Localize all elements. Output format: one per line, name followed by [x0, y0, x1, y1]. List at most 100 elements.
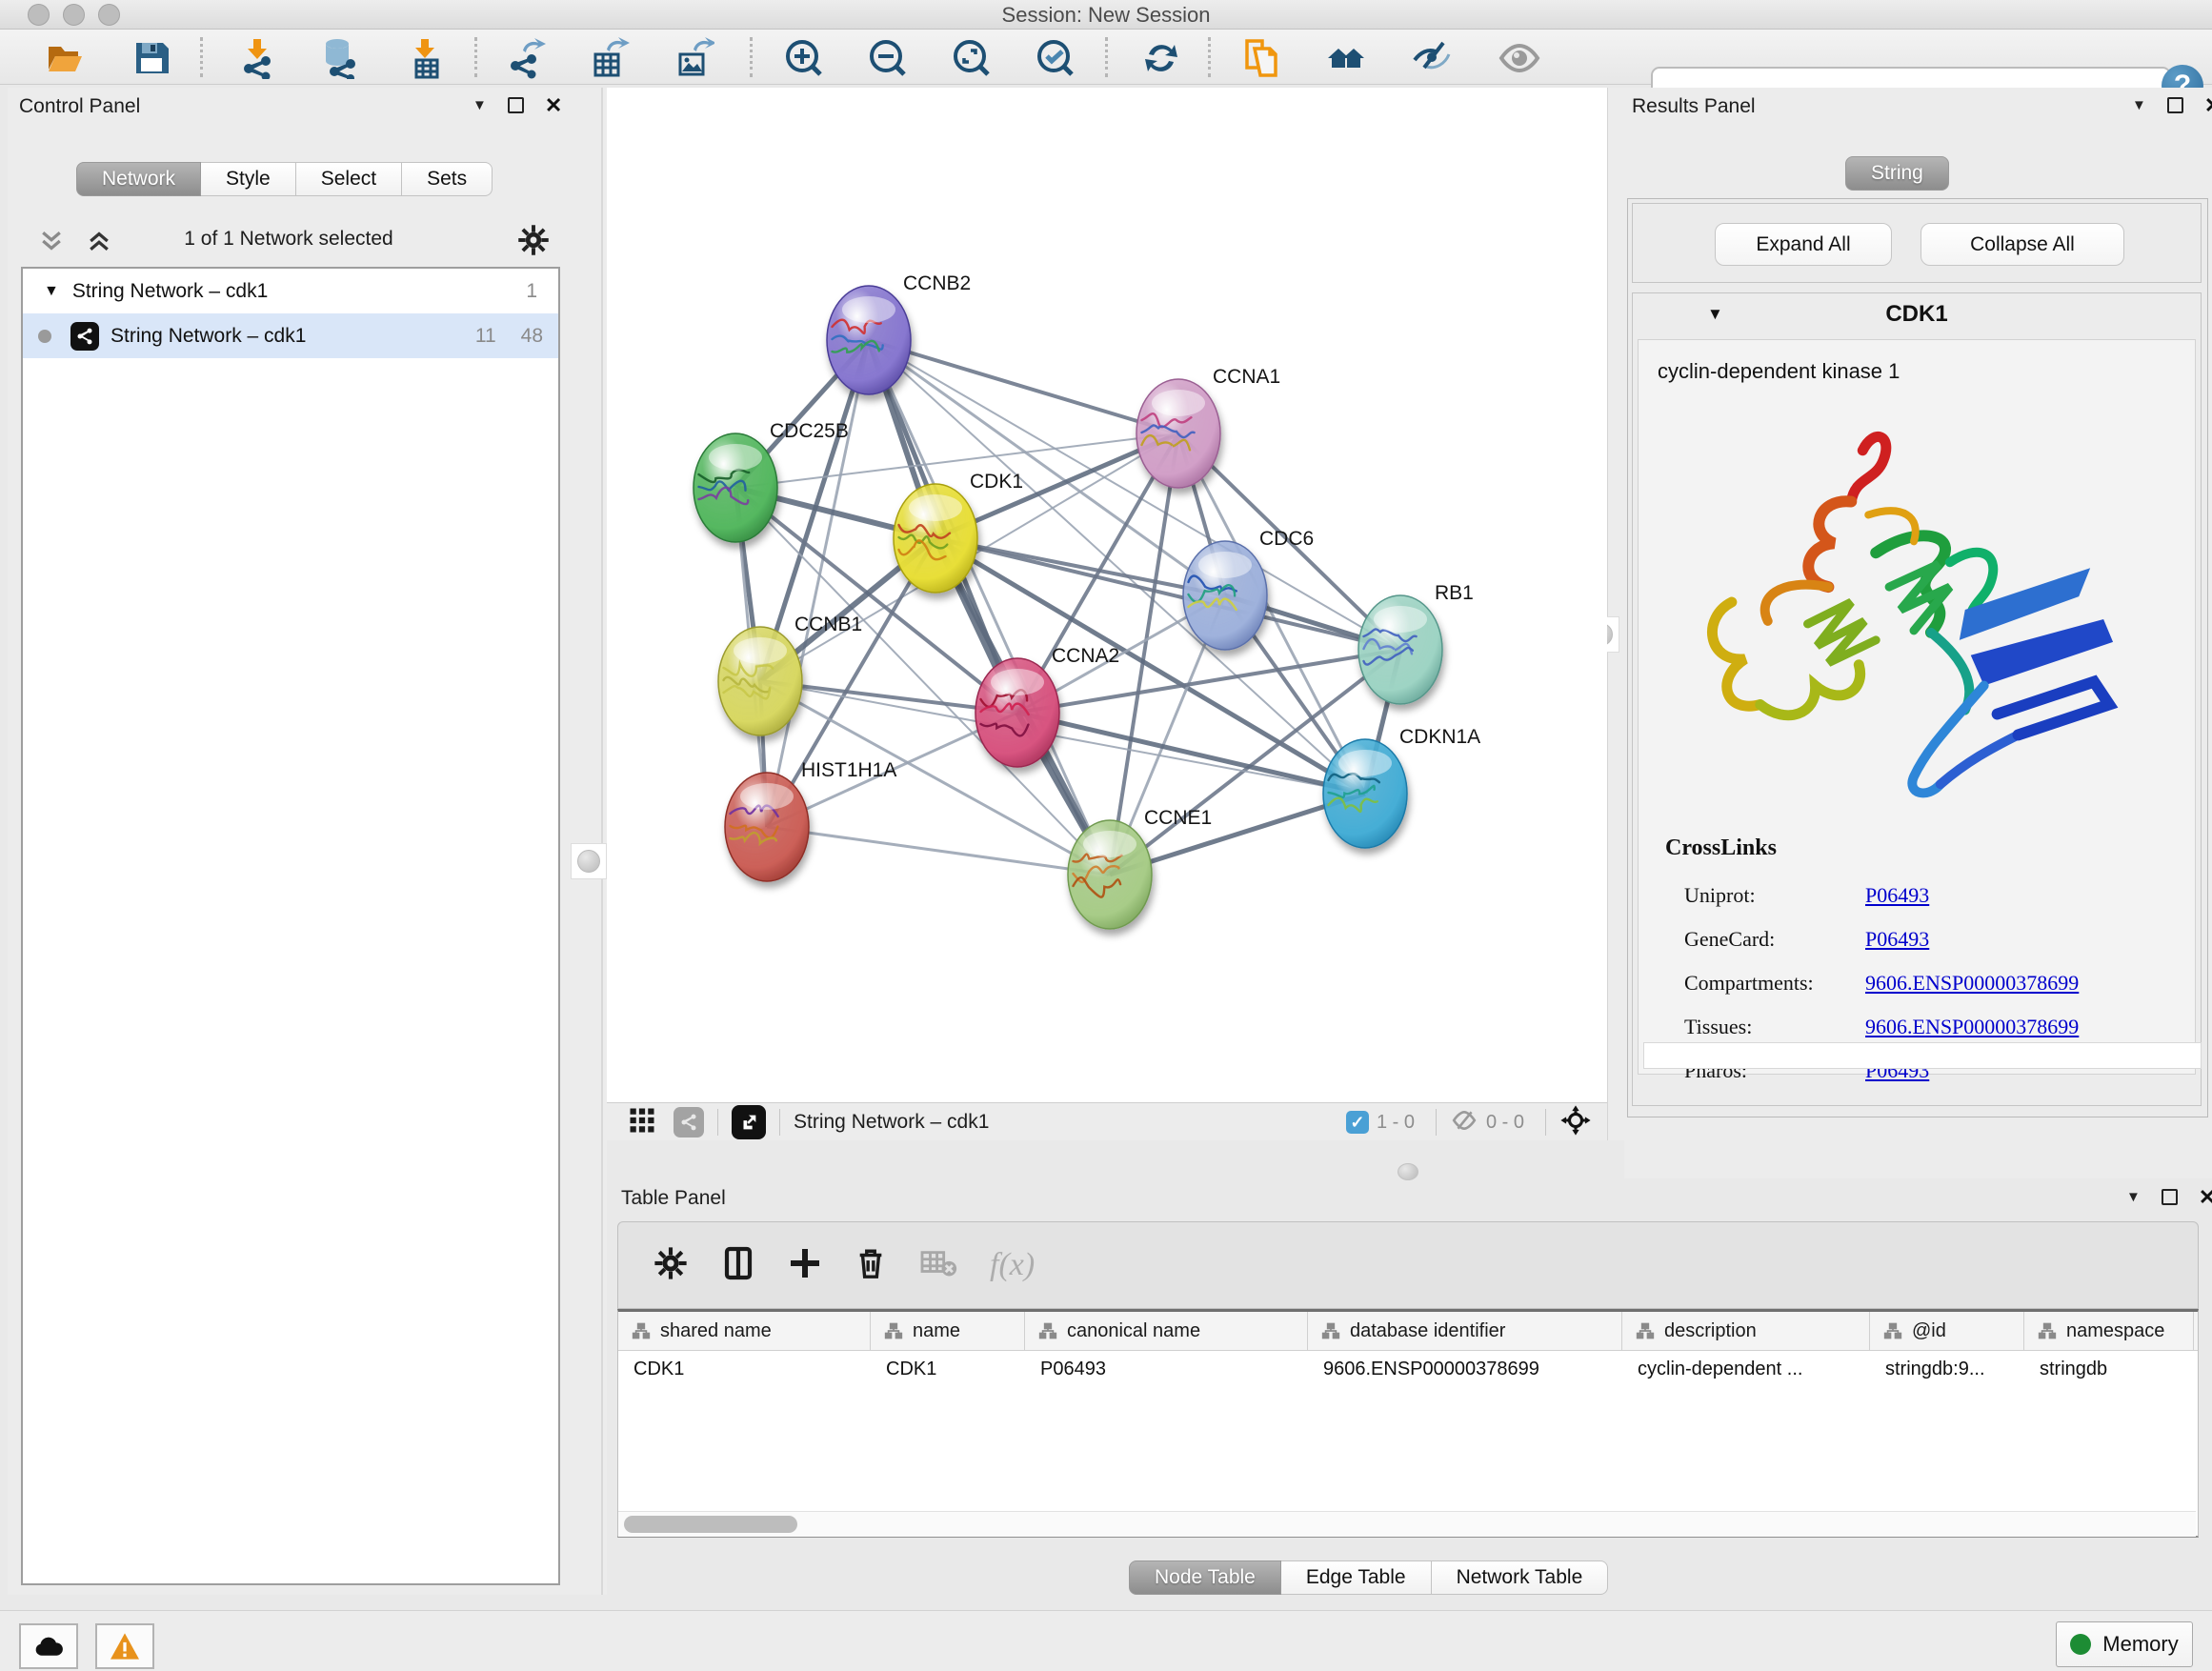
column-header-namespace[interactable]: namespace	[2024, 1312, 2194, 1350]
show-grid-icon[interactable]	[628, 1106, 656, 1139]
graph-node-CCNA2[interactable]	[975, 658, 1059, 767]
node-label: CCNE1	[1144, 807, 1212, 829]
delete-column-icon[interactable]	[855, 1245, 887, 1286]
panel-close-icon[interactable]: ✕	[545, 99, 562, 112]
table-horizontal-scrollbar[interactable]	[618, 1511, 2196, 1537]
graph-node-CDC6[interactable]	[1183, 541, 1267, 650]
show-column-icon[interactable]	[721, 1245, 755, 1286]
table-row[interactable]: CDK1CDK1P064939606.ENSP00000378699cyclin…	[618, 1351, 2198, 1387]
network-share-icon[interactable]	[674, 1107, 704, 1137]
tab-string[interactable]: String	[1845, 156, 1949, 191]
refresh-network-icon[interactable]	[1139, 36, 1183, 80]
zoom-selected-icon[interactable]	[1034, 36, 1077, 80]
table-cell[interactable]: cyclin-dependent ...	[1622, 1351, 1870, 1387]
splitter-grip[interactable]	[1398, 1163, 1418, 1180]
tab-style[interactable]: Style	[201, 162, 296, 196]
crosslink-link[interactable]: 9606.ENSP00000378699	[1865, 1015, 2079, 1039]
panel-float-icon[interactable]	[508, 97, 524, 113]
table-cell[interactable]: stringdb	[2024, 1351, 2194, 1387]
show-all-networks-icon[interactable]	[1324, 36, 1368, 80]
network-options-gear-icon[interactable]	[516, 223, 551, 262]
network-collection-row[interactable]: ▼ String Network – cdk1 1	[23, 269, 558, 313]
birdseye-toggle-icon[interactable]	[732, 1105, 766, 1139]
crosslink-link[interactable]: P06493	[1865, 927, 1929, 952]
cloud-status-button[interactable]	[19, 1623, 78, 1669]
column-header-shared-name[interactable]: shared name	[618, 1312, 871, 1350]
crosslink-link[interactable]: P06493	[1865, 883, 1929, 908]
graph-edge[interactable]	[1017, 713, 1365, 794]
column-header-name[interactable]: name	[871, 1312, 1025, 1350]
zoom-out-icon[interactable]	[866, 36, 910, 80]
tab-node-table[interactable]: Node Table	[1129, 1560, 1281, 1595]
collapse-all-button[interactable]: Collapse All	[1920, 223, 2124, 266]
scrollbar-thumb[interactable]	[624, 1516, 797, 1533]
graph-node-CDKN1A[interactable]	[1323, 739, 1407, 848]
network-row-selected[interactable]: String Network – cdk1 11 48	[23, 313, 558, 358]
graph-edge[interactable]	[869, 340, 1110, 875]
panel-menu-icon[interactable]: ▼	[2126, 1189, 2141, 1205]
column-header-canonical-name[interactable]: canonical name	[1025, 1312, 1308, 1350]
tab-network[interactable]: Network	[76, 162, 201, 196]
entry-header[interactable]: ▼ CDK1	[1633, 293, 2201, 335]
tab-edge-table[interactable]: Edge Table	[1281, 1560, 1432, 1595]
memory-button[interactable]: Memory	[2056, 1621, 2193, 1667]
fit-selected-crosshair-icon[interactable]	[1559, 1104, 1592, 1141]
import-table-from-file-icon[interactable]	[404, 36, 448, 80]
graph-edge[interactable]	[869, 340, 1178, 433]
column-header-database-identifier[interactable]: database identifier	[1308, 1312, 1622, 1350]
table-options-gear-icon[interactable]	[653, 1245, 689, 1286]
tree-expand-arrow-icon[interactable]: ▼	[44, 283, 59, 300]
crosslink-link[interactable]: 9606.ENSP00000378699	[1865, 971, 2079, 996]
table-cell[interactable]: 9606.ENSP00000378699	[1308, 1351, 1622, 1387]
export-image-icon[interactable]	[672, 36, 715, 80]
hidden-eye-icon[interactable]	[1450, 1108, 1478, 1137]
save-session-icon[interactable]	[130, 36, 173, 80]
node-table[interactable]: shared namenamecanonical namedatabase id…	[617, 1309, 2199, 1538]
selected-checkbox-icon[interactable]: ✓	[1346, 1111, 1369, 1134]
network-graph[interactable]: CCNB2CCNA1CDC25BCDK1CDC6RB1CCNB1CCNA2CDK…	[607, 88, 1607, 1102]
panel-close-icon[interactable]: ✕	[2204, 99, 2212, 112]
tab-select[interactable]: Select	[296, 162, 402, 196]
panel-close-icon[interactable]: ✕	[2199, 1191, 2212, 1204]
open-session-docs-icon[interactable]	[1238, 36, 1282, 80]
import-network-from-file-icon[interactable]	[236, 36, 280, 80]
splitter-grip[interactable]	[571, 843, 607, 879]
graph-edge[interactable]	[767, 827, 1110, 875]
open-file-icon[interactable]	[43, 36, 87, 80]
panel-float-icon[interactable]	[2162, 1189, 2178, 1205]
zoom-in-icon[interactable]	[782, 36, 826, 80]
graph-node-CCNE1[interactable]	[1068, 820, 1152, 929]
tab-sets[interactable]: Sets	[402, 162, 493, 196]
import-network-from-database-icon[interactable]	[318, 36, 362, 80]
panel-menu-icon[interactable]: ▼	[2132, 97, 2146, 113]
function-builder-icon[interactable]: f(x)	[990, 1247, 1035, 1283]
main-toolbar: ?	[0, 30, 2212, 85]
add-column-icon[interactable]	[788, 1245, 822, 1286]
toggle-birdseye-view-icon[interactable]	[1498, 36, 1541, 80]
table-cell[interactable]: CDK1	[871, 1351, 1025, 1387]
export-network-icon[interactable]	[505, 36, 549, 80]
warning-status-button[interactable]	[95, 1623, 154, 1669]
graph-node-CCNA1[interactable]	[1136, 379, 1220, 488]
column-header-@id[interactable]: @id	[1870, 1312, 2024, 1350]
panel-float-icon[interactable]	[2167, 97, 2183, 113]
zoom-fit-content-icon[interactable]	[950, 36, 994, 80]
table-cell[interactable]: P06493	[1025, 1351, 1308, 1387]
column-header-description[interactable]: description	[1622, 1312, 1870, 1350]
graph-node-HIST1H1A[interactable]	[725, 773, 809, 881]
table-cell[interactable]: stringdb:9...	[1870, 1351, 2024, 1387]
expand-all-button[interactable]: Expand All	[1715, 223, 1892, 266]
network-canvas[interactable]: CCNB2CCNA1CDC25BCDK1CDC6RB1CCNB1CCNA2CDK…	[607, 88, 1607, 1140]
graph-node-CDK1[interactable]	[894, 484, 977, 593]
show-hide-graphics-details-icon[interactable]	[1410, 36, 1454, 80]
panel-menu-icon[interactable]: ▼	[473, 97, 487, 113]
export-table-icon[interactable]	[587, 36, 631, 80]
graph-node-CCNB1[interactable]	[718, 627, 802, 735]
delete-table-icon[interactable]	[919, 1247, 957, 1284]
graph-node-CCNB2[interactable]	[827, 286, 911, 394]
table-cell[interactable]: CDK1	[618, 1351, 871, 1387]
graph-node-CDC25B[interactable]	[694, 433, 777, 542]
graph-node-RB1[interactable]	[1358, 595, 1442, 704]
tab-network-table[interactable]: Network Table	[1432, 1560, 1609, 1595]
vertical-splitter-left[interactable]	[570, 88, 609, 1595]
